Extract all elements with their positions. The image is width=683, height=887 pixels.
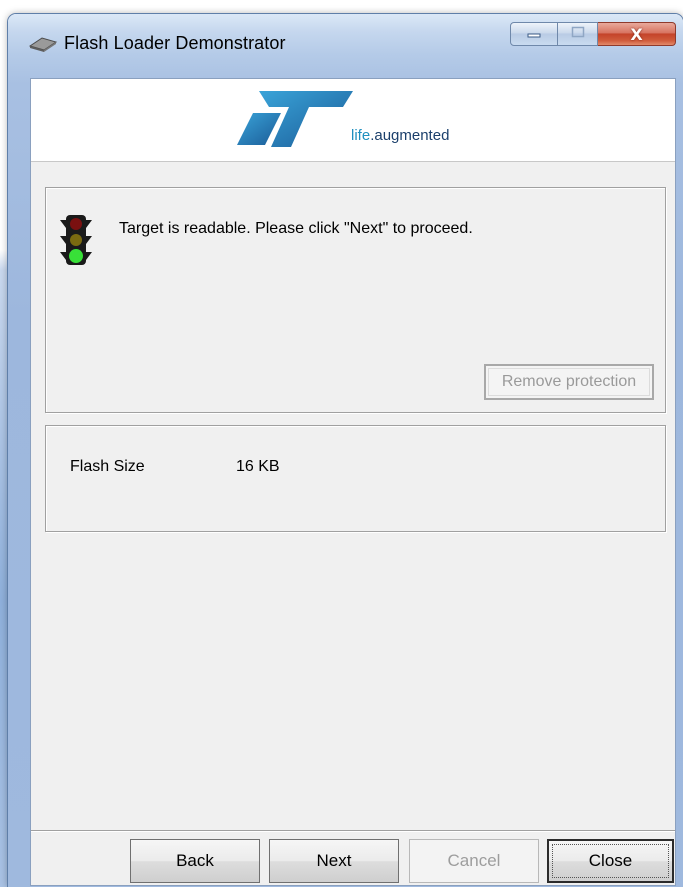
cancel-button[interactable]: Cancel bbox=[409, 839, 539, 883]
window-title: Flash Loader Demonstrator bbox=[64, 33, 286, 53]
title-bar[interactable]: Flash Loader Demonstrator X bbox=[8, 14, 683, 74]
flash-size-label: Flash Size bbox=[70, 458, 145, 475]
client-area: life.augmented Target is readable. Pleas… bbox=[30, 78, 676, 886]
chip-icon bbox=[28, 36, 58, 52]
status-group: Target is readable. Please click "Next" … bbox=[45, 187, 666, 413]
traffic-light-green-icon bbox=[60, 214, 92, 266]
status-message: Target is readable. Please click "Next" … bbox=[119, 220, 473, 237]
close-window-button[interactable]: X bbox=[598, 22, 676, 46]
st-logo bbox=[231, 85, 361, 153]
next-button[interactable]: Next bbox=[269, 839, 399, 883]
minimize-icon bbox=[527, 25, 541, 43]
minimize-button[interactable] bbox=[510, 22, 558, 46]
st-banner: life.augmented bbox=[31, 79, 675, 162]
flash-size-value: 16 KB bbox=[236, 458, 280, 475]
tagline: life.augmented bbox=[351, 127, 450, 144]
app-window: Flash Loader Demonstrator X life.augment… bbox=[8, 14, 683, 887]
flash-info-group: Flash Size 16 KB bbox=[45, 425, 666, 532]
footer-divider bbox=[31, 830, 675, 832]
remove-protection-button[interactable]: Remove protection bbox=[484, 364, 654, 400]
close-button[interactable]: Close bbox=[547, 839, 674, 883]
close-icon: X bbox=[630, 24, 643, 44]
caption-buttons: X bbox=[510, 22, 676, 46]
back-button[interactable]: Back bbox=[130, 839, 260, 883]
maximize-button[interactable] bbox=[558, 22, 598, 46]
maximize-icon bbox=[571, 25, 585, 43]
